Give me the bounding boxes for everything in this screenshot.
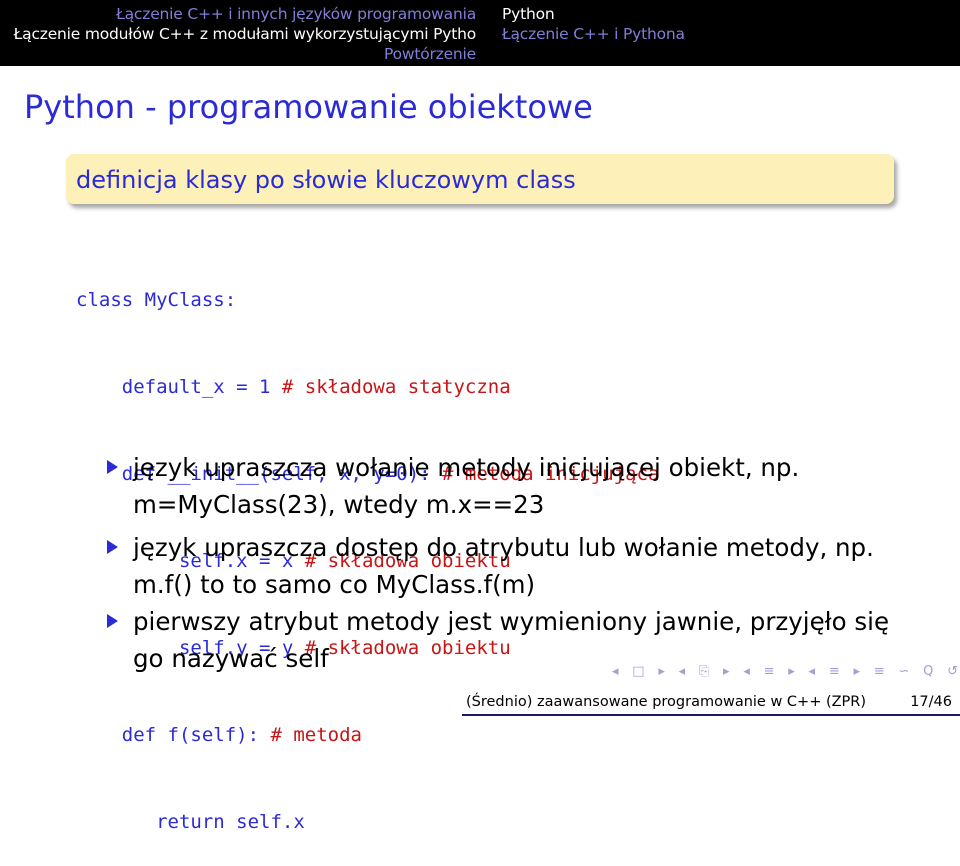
bullet-line: pierwszy atrybut metody jest wymieniony … [133, 607, 890, 636]
code-line: return self.x [76, 808, 936, 837]
code-text: def f(self): [76, 724, 271, 746]
nav-subsection-icon[interactable]: ≡ [764, 664, 775, 679]
headline-subsection-link-active[interactable]: Python [502, 4, 942, 24]
headline-section-link[interactable]: Powtórzenie [0, 44, 476, 64]
nav-next-section-icon[interactable]: ▸ [853, 664, 860, 679]
nav-forward-icon[interactable]: ↺ [947, 664, 958, 679]
nav-next-subsection-icon[interactable]: ▸ [788, 664, 795, 679]
headline-sections-right: Python Łączenie C++ i Pythona [502, 0, 942, 66]
headline-section-link-active[interactable]: Łączenie modułów C++ z modułami wykorzys… [0, 24, 477, 44]
code-line: class MyClass: [76, 286, 936, 315]
code-text: return self.x [76, 811, 305, 833]
code-line: default_x = 1 # składowa statyczna [76, 373, 936, 402]
beamer-navigation-bar: ◂ □ ▸ ◂ ⎘ ▸ ◂ ≡ ▸ ◂ ≡ ▸ ≡ ∽ Q ↺ [612, 660, 958, 682]
code-text: class MyClass: [76, 289, 237, 311]
nav-prev-frame-icon[interactable]: ◂ [679, 664, 686, 679]
nav-prev-section-icon[interactable]: ◂ [809, 664, 816, 679]
bullet-line: język upraszcza wołanie metody inicjując… [133, 453, 800, 482]
footer-title: (Średnio) zaawansowane programowanie w C… [466, 694, 867, 710]
headline-subsection-link[interactable]: Łączenie C++ i Pythona [502, 24, 942, 44]
nav-prev-slide-icon[interactable]: ◂ [612, 664, 619, 679]
code-text: default_x = 1 [76, 376, 282, 398]
nav-prev-subsection-icon[interactable]: ◂ [743, 664, 750, 679]
nav-back-icon[interactable]: ∽ [898, 664, 909, 679]
block-title: definicja klasy po słowie kluczowym clas… [76, 166, 576, 194]
page-number: 17/46 [910, 694, 952, 710]
headline-sections-left: Łączenie C++ i innych języków programowa… [0, 0, 480, 66]
headline-bar: Łączenie C++ i innych języków programowa… [0, 0, 960, 66]
code-line: def f(self): # metoda [76, 721, 936, 750]
nav-next-slide-icon[interactable]: ▸ [658, 664, 665, 679]
nav-section-icon[interactable]: ≡ [829, 664, 840, 679]
frame-title: Python - programowanie obiektowe [24, 88, 593, 126]
bullet-triangle-icon [107, 614, 118, 628]
block-title-box: definicja klasy po słowie kluczowym clas… [66, 154, 894, 204]
footline: (Średnio) zaawansowane programowanie w C… [0, 690, 960, 716]
bullet-line: m.f() to to samo co MyClass.f(m) [133, 570, 536, 599]
bullet-triangle-icon [107, 460, 118, 474]
bullet-line: język upraszcza dostęp do atrybutu lub w… [133, 533, 874, 562]
nav-slide-icon[interactable]: □ [632, 664, 644, 679]
nav-document-icon[interactable]: ≡ [874, 664, 885, 679]
frame-title-bar: Python - programowanie obiektowe [0, 66, 960, 150]
code-comment: # metoda [270, 724, 362, 746]
bullet-item: język upraszcza dostęp do atrybutu lub w… [133, 529, 933, 603]
code-comment: # składowa statyczna [281, 376, 511, 398]
nav-search-icon[interactable]: Q [923, 664, 933, 679]
bullet-item: język upraszcza wołanie metody inicjując… [133, 449, 933, 523]
nav-next-frame-icon[interactable]: ▸ [723, 664, 730, 679]
bullet-triangle-icon [107, 540, 118, 554]
bullet-line: m=MyClass(23), wtedy m.x==23 [133, 490, 545, 519]
headline-section-link[interactable]: Łączenie C++ i innych języków programowa… [0, 4, 476, 24]
nav-frame-icon[interactable]: ⎘ [699, 664, 709, 679]
